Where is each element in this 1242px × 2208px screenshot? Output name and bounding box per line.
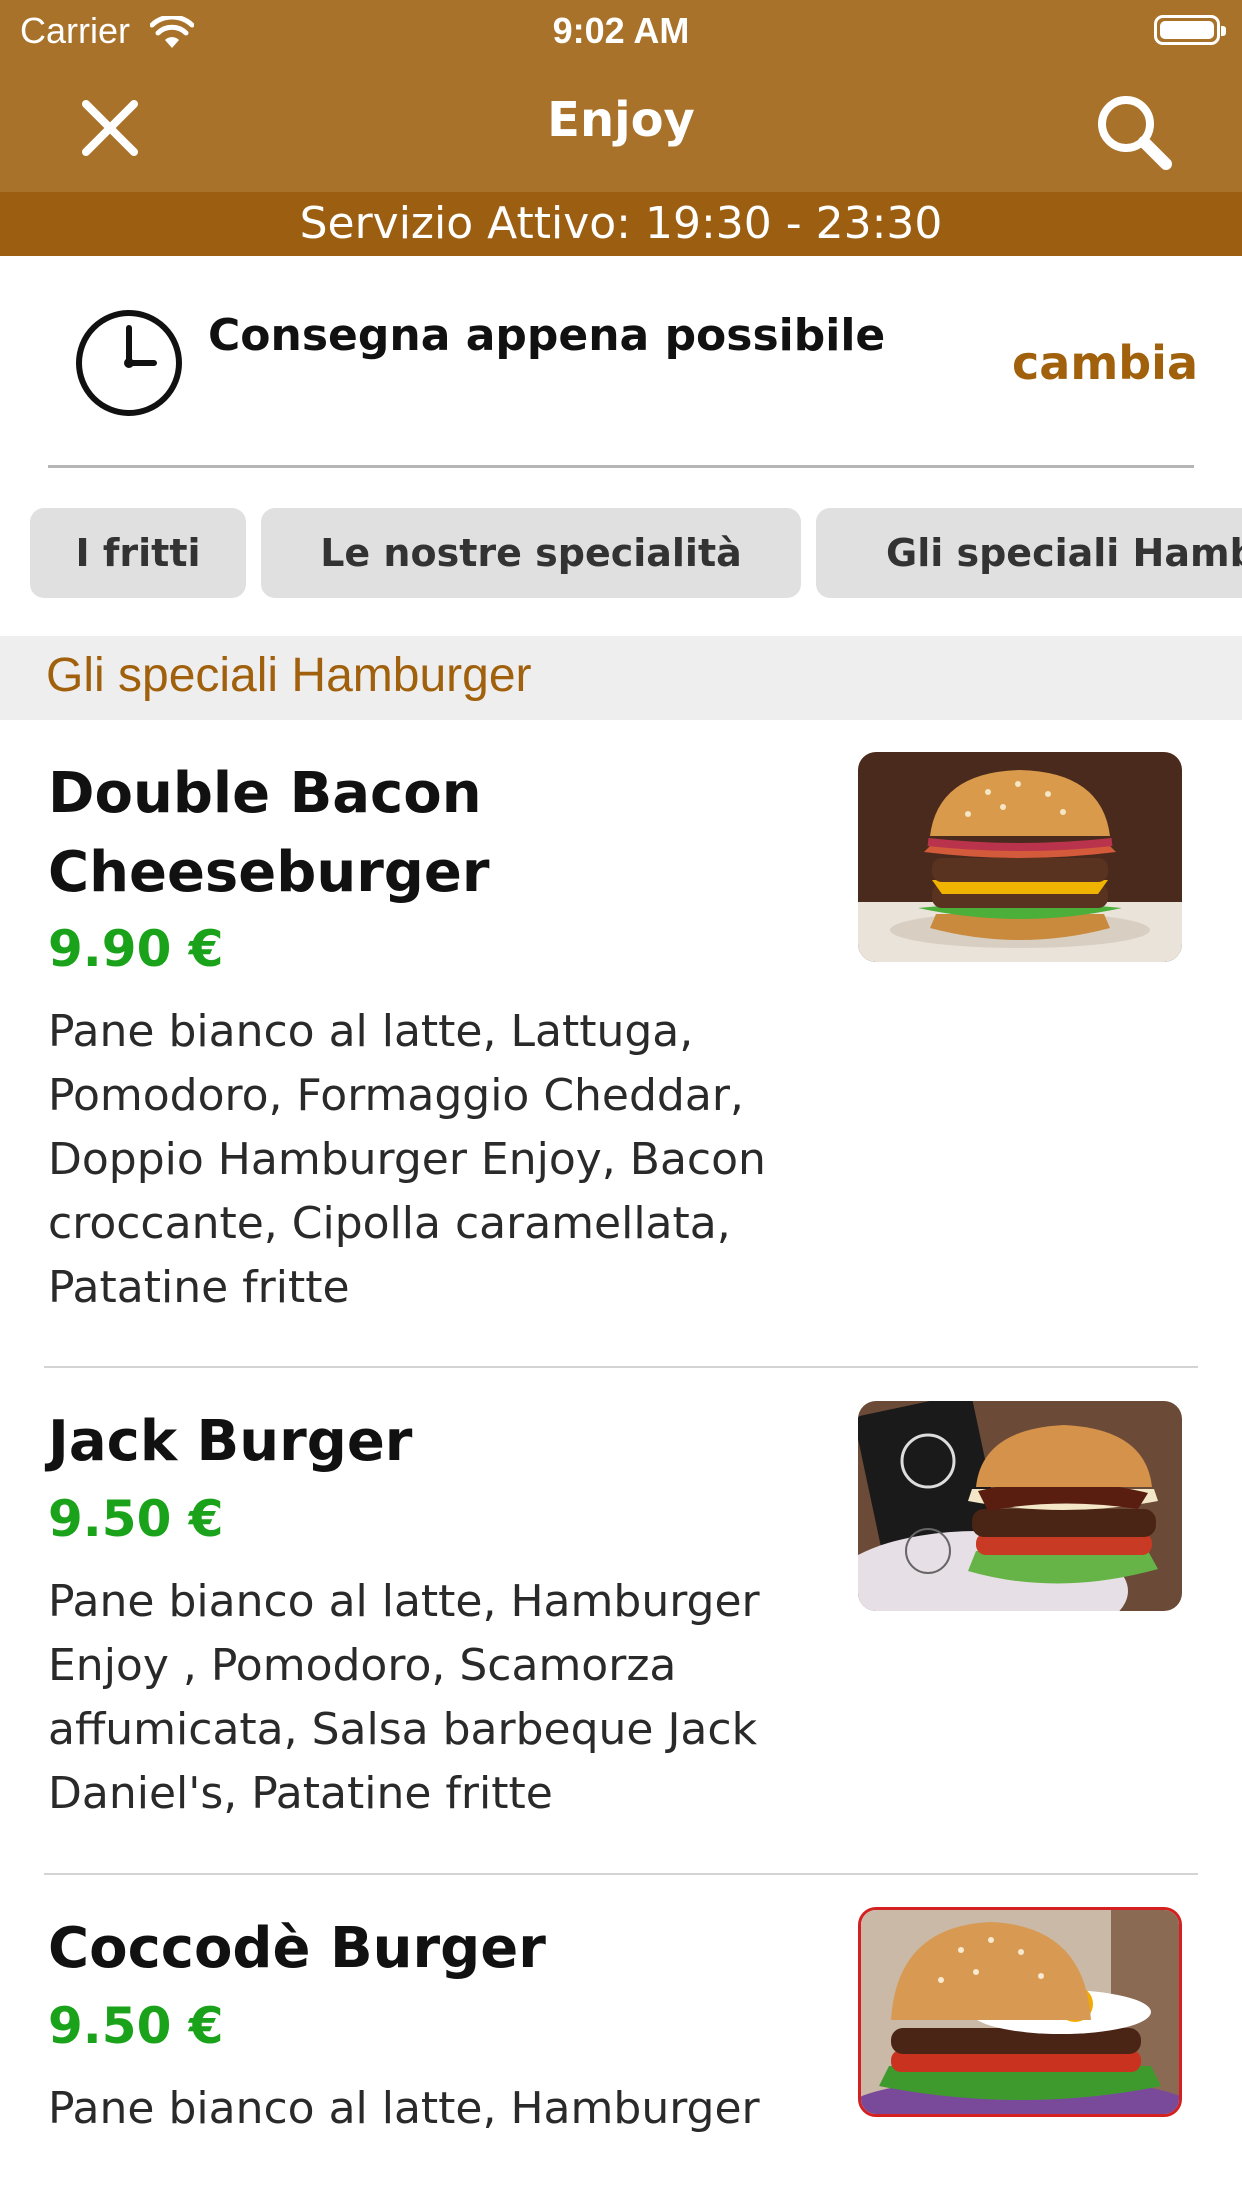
item-price: 9.90 € [48,920,224,978]
change-delivery-link[interactable]: cambia [1012,336,1198,390]
category-tabs: I fritti Le nostre specialità Gli specia… [0,508,1242,600]
item-image [858,1907,1182,2117]
navigation-bar: Carrier 9:02 AM Enjoy [0,0,1242,192]
category-chip-fritti[interactable]: I fritti [30,508,246,598]
item-name: Coccodè Burger [48,1916,546,1981]
search-icon [1098,96,1172,170]
item-divider [44,1873,1198,1875]
search-button[interactable] [1090,88,1180,178]
item-name: Double Bacon Cheeseburger [48,761,490,905]
divider [48,465,1194,468]
category-chip-specialita[interactable]: Le nostre specialità [261,508,801,598]
service-hours-text: Servizio Attivo: 19:30 - 23:30 [299,198,943,249]
section-title: Gli speciali Hamburger [46,649,532,702]
clock-icon [74,308,184,418]
service-hours-banner: Servizio Attivo: 19:30 - 23:30 [0,192,1242,256]
battery-icon [1154,15,1226,45]
category-chip-hamburger[interactable]: Gli speciali Hamburger [816,508,1242,598]
item-description: Pane bianco al latte, Lattuga, Pomodoro,… [48,1006,766,1313]
item-description: Pane bianco al latte, Hamburger [48,2083,760,2134]
item-name: Jack Burger [48,1409,413,1474]
delivery-time-label: Consegna appena possibile [208,310,886,361]
page-title: Enjoy [547,92,695,148]
item-image [858,1401,1182,1611]
item-price: 9.50 € [48,1490,224,1548]
item-divider [44,1366,1198,1368]
status-time: 9:02 AM [552,10,690,51]
section-header: Gli speciali Hamburger [0,636,1242,720]
item-image [858,752,1182,962]
item-description: Pane bianco al latte, Hamburger Enjoy , … [48,1576,760,1819]
item-price: 9.50 € [48,1997,224,2055]
